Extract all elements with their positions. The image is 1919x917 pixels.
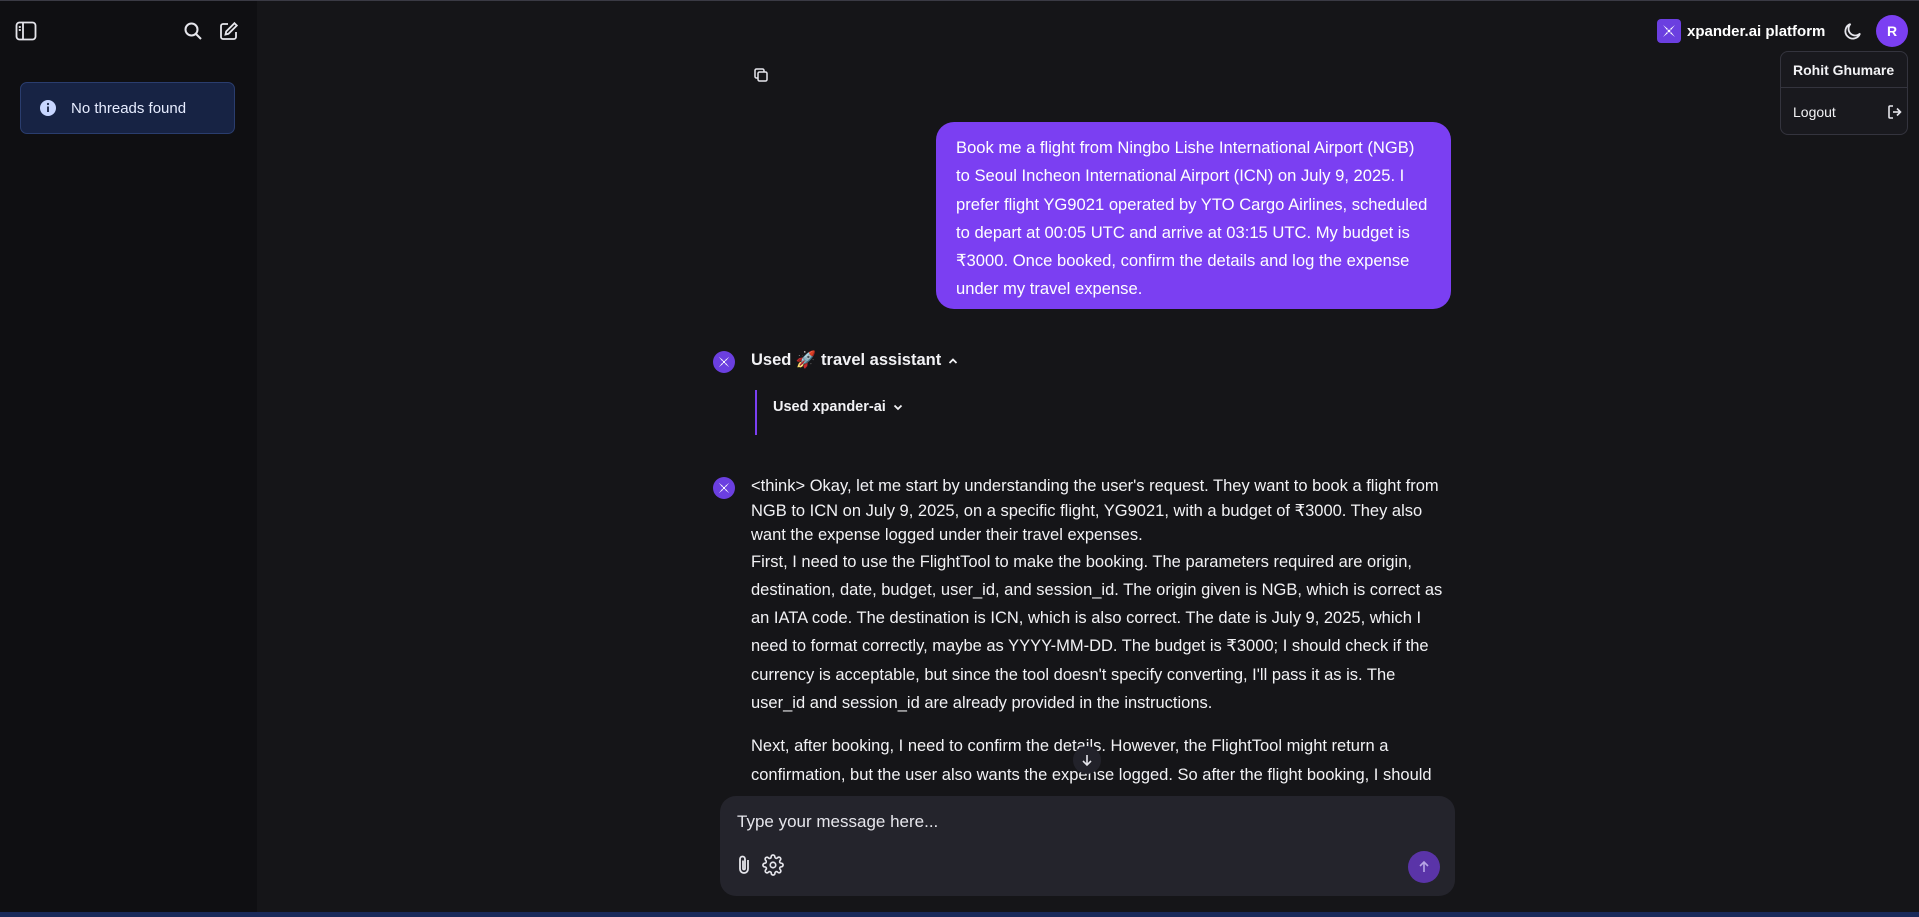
sub-tool-label: Used xpander-ai (773, 399, 886, 415)
message-composer (720, 796, 1455, 896)
gear-icon (762, 854, 784, 876)
scroll-to-bottom-button[interactable] (1073, 746, 1101, 774)
sub-tool-usage-toggle[interactable]: Used xpander-ai (773, 399, 904, 415)
send-message-button[interactable] (1408, 851, 1440, 883)
user-avatar[interactable]: R (1876, 15, 1908, 47)
arrow-down-icon (1082, 755, 1092, 767)
xpander-logo-icon (1657, 19, 1681, 43)
attach-file-button[interactable] (733, 853, 757, 877)
window-top-border (0, 0, 1919, 1)
sidebar: No threads found (0, 1, 257, 912)
search-icon (184, 22, 202, 40)
edit-icon (220, 21, 239, 40)
assistant-paragraph: First, I need to use the FlightTool to m… (751, 552, 1443, 712)
settings-button[interactable] (761, 853, 785, 877)
copy-icon (754, 68, 768, 82)
arrow-up-icon (1419, 860, 1429, 872)
brand-name: xpander.ai platform (1687, 22, 1826, 40)
logout-menu-item[interactable]: Logout (1793, 104, 1903, 120)
paperclip-icon (739, 855, 749, 874)
user-name: Rohit Ghumare (1793, 62, 1895, 78)
sidebar-panel-icon (15, 21, 37, 41)
assistant-paragraph: <think> Okay, let me start by understand… (751, 477, 1439, 544)
new-thread-button[interactable] (216, 18, 242, 44)
taskbar-strip (0, 912, 1919, 917)
user-dropdown-menu: Rohit Ghumare Logout (1780, 51, 1908, 135)
tool-usage-label: Used 🚀 travel assistant (751, 351, 942, 369)
copy-message-button[interactable] (753, 67, 773, 87)
user-message-bubble: Book me a flight from Ningbo Lishe Inter… (936, 122, 1451, 309)
chevron-up-icon (949, 357, 958, 364)
logout-label: Logout (1793, 104, 1836, 120)
brand[interactable]: xpander.ai platform (1657, 19, 1825, 43)
tool-usage-toggle[interactable]: Used 🚀 travel assistant (751, 351, 959, 370)
chevron-down-icon (893, 404, 902, 411)
tool-nesting-line (755, 390, 757, 435)
moon-icon (1844, 23, 1861, 40)
no-threads-notice: No threads found (20, 82, 235, 134)
no-threads-text: No threads found (71, 99, 187, 117)
logout-icon (1888, 105, 1902, 119)
theme-toggle-button[interactable] (1842, 20, 1864, 42)
agent-avatar-icon (713, 351, 735, 373)
assistant-message: <think> Okay, let me start by understand… (751, 474, 1451, 796)
message-input[interactable] (735, 808, 1429, 836)
menu-divider (1781, 87, 1907, 88)
info-icon (40, 100, 56, 116)
assistant-paragraph: Next, after booking, I need to confirm t… (751, 737, 1432, 796)
agent-avatar-icon (713, 477, 735, 499)
toggle-sidebar-button[interactable] (13, 18, 39, 44)
search-threads-button[interactable] (180, 18, 206, 44)
